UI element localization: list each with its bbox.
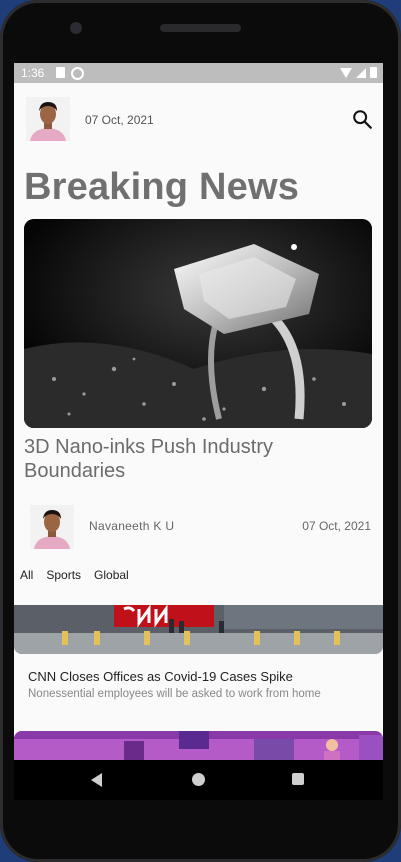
battery-icon [370,67,377,78]
signal-icon [356,67,366,78]
header-date: 07 Oct, 2021 [85,113,154,127]
recents-icon[interactable] [292,773,304,785]
author-avatar [30,505,74,549]
status-icons-right [340,67,377,78]
home-icon[interactable] [192,773,205,786]
article-description: Nonessential employees will be asked to … [28,688,321,700]
back-icon[interactable] [91,773,102,787]
ring-photo [24,219,372,428]
status-bar: 1:36 [14,63,383,83]
front-camera [70,22,82,34]
tab-sports[interactable]: Sports [46,568,81,582]
article-date: 07 Oct, 2021 [302,519,371,533]
author-name: Navaneeth K U [89,519,175,533]
avatar-photo [26,97,70,141]
tab-global[interactable]: Global [94,568,129,582]
article-card-image[interactable] [14,605,383,654]
office-photo [14,605,383,654]
author-photo [30,505,74,549]
article-card-image-2[interactable] [14,731,383,760]
category-tabs: All Sports Global [20,568,142,582]
page-title: Breaking News [24,166,300,208]
earpiece [160,24,241,32]
illustration-photo [14,731,383,760]
search-icon[interactable] [351,108,373,130]
avatar[interactable] [26,97,70,141]
android-nav-bar [14,760,383,800]
sync-icon [71,67,84,80]
tab-all[interactable]: All [20,568,33,582]
featured-article-image[interactable] [24,219,372,428]
wifi-icon [340,67,352,78]
article-title[interactable]: CNN Closes Offices as Covid-19 Cases Spi… [28,669,293,684]
sd-card-icon [56,67,65,78]
author-row: Navaneeth K U 07 Oct, 2021 [14,501,383,551]
app-screen: 1:36 07 Oct, 2021 Breaking News 3D Nano-… [14,63,383,760]
status-icons-left [56,67,84,80]
status-time: 1:36 [21,66,45,80]
featured-headline[interactable]: 3D Nano-inks Push Industry Boundaries [24,435,354,483]
app-header: 07 Oct, 2021 [14,83,383,155]
